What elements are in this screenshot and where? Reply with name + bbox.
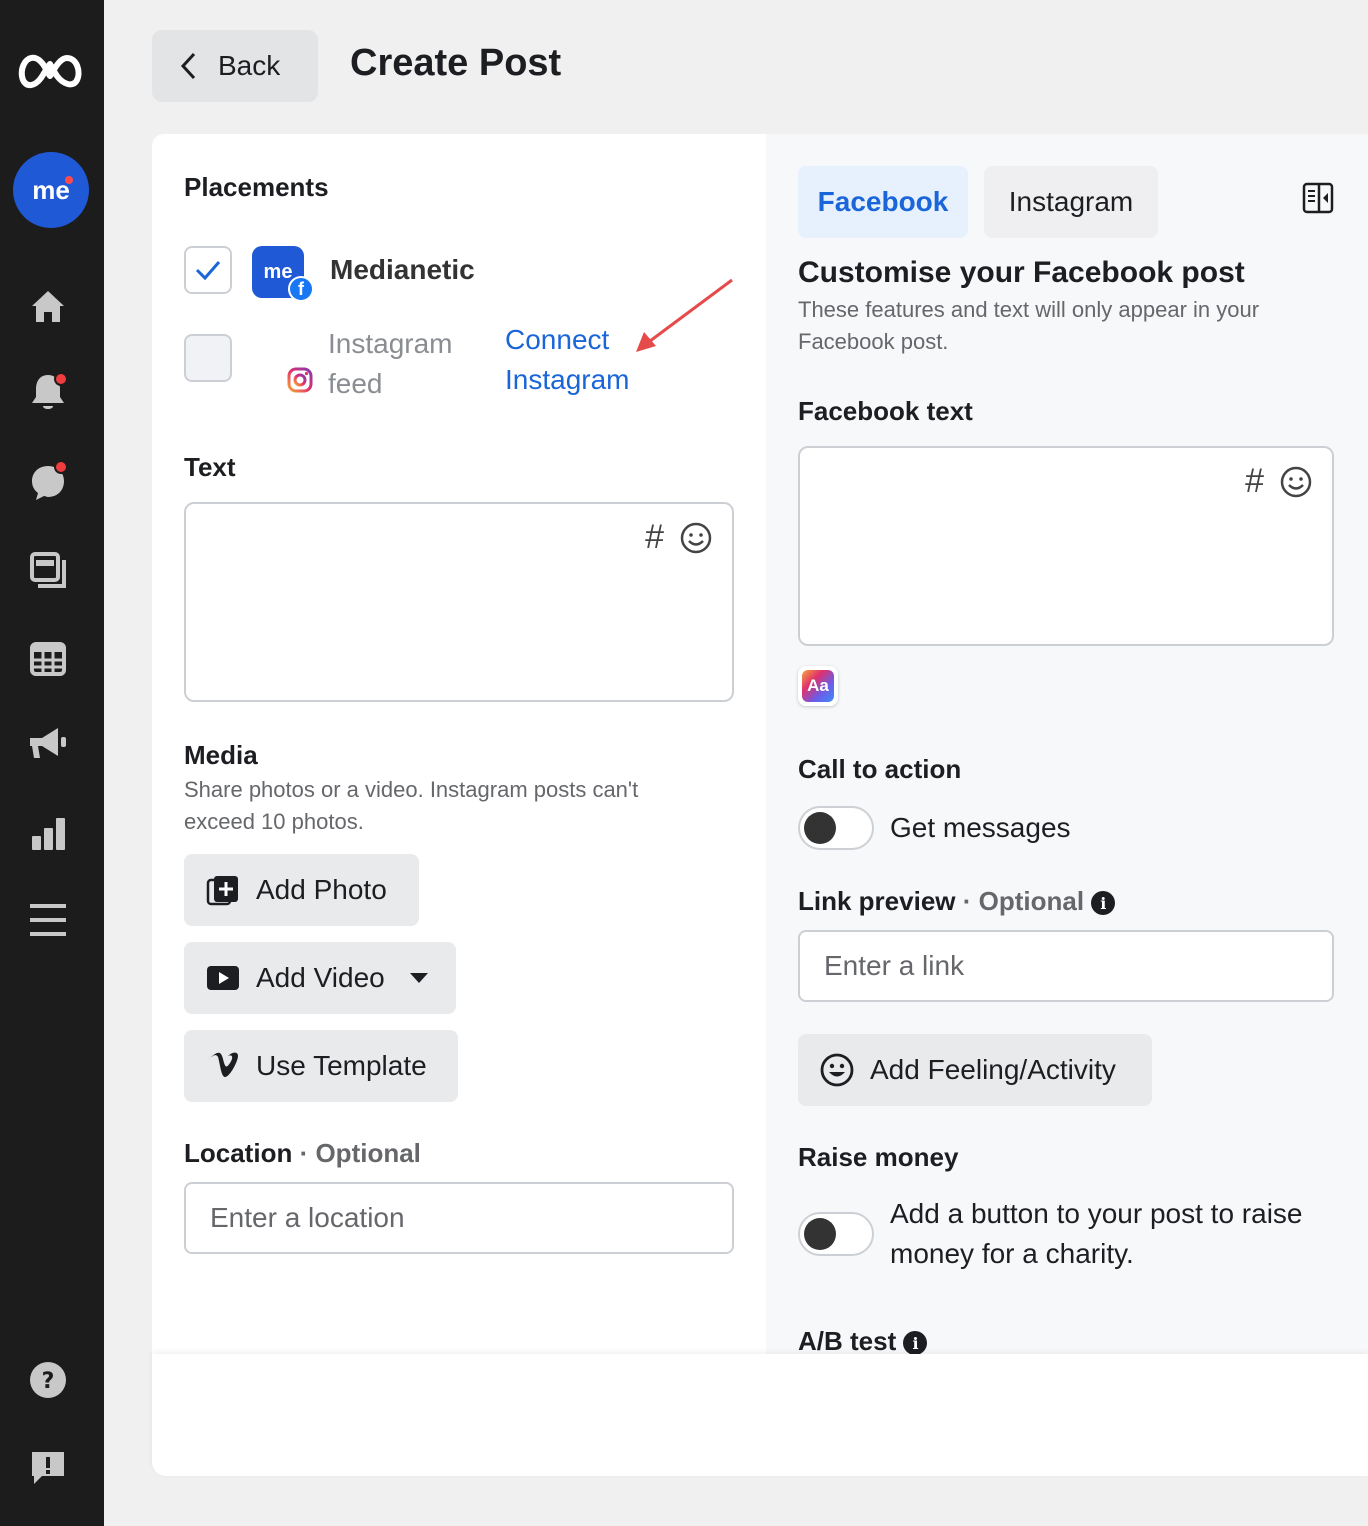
video-icon bbox=[207, 966, 239, 990]
add-feeling-activity-label: Add Feeling/Activity bbox=[870, 1054, 1116, 1085]
toggle-preview-panel-icon[interactable] bbox=[1302, 182, 1334, 214]
connect-instagram-line1: Connect bbox=[505, 324, 610, 355]
meta-logo-icon[interactable] bbox=[14, 44, 86, 96]
location-input[interactable]: Enter a location bbox=[184, 1182, 734, 1254]
instagram-feed-label: Instagram feed bbox=[328, 324, 453, 404]
smiley-icon bbox=[820, 1053, 854, 1087]
add-video-label: Add Video bbox=[256, 962, 385, 993]
toggle-knob bbox=[804, 1218, 836, 1250]
account-avatar[interactable]: me bbox=[13, 152, 89, 228]
get-messages-toggle[interactable] bbox=[798, 806, 874, 850]
ab-test-heading: A/B test i bbox=[798, 1326, 928, 1357]
call-to-action-heading: Call to action bbox=[798, 754, 962, 784]
back-button-label: Back bbox=[218, 50, 281, 81]
location-optional-label: · Optional bbox=[299, 1138, 421, 1168]
add-photo-button[interactable]: Add Photo bbox=[184, 854, 419, 926]
info-icon[interactable]: i bbox=[903, 1331, 928, 1356]
connect-instagram-link[interactable]: Connect Instagram bbox=[505, 320, 630, 400]
menu-icon[interactable] bbox=[22, 894, 74, 946]
facebook-badge-icon: f bbox=[288, 276, 314, 302]
avatar-status-dot bbox=[65, 176, 73, 184]
caret-down-icon bbox=[409, 973, 428, 983]
text-format-button[interactable]: Aa bbox=[798, 666, 838, 706]
tab-instagram[interactable]: Instagram bbox=[984, 166, 1158, 238]
raise-money-toggle[interactable] bbox=[798, 1212, 874, 1256]
instagram-placement-checkbox[interactable] bbox=[184, 334, 232, 382]
help-icon[interactable]: ? bbox=[22, 1354, 74, 1406]
link-preview-heading-text: Link preview bbox=[798, 886, 956, 916]
left-navigation-rail: me ? bbox=[0, 0, 104, 1526]
back-button[interactable]: Back bbox=[152, 30, 318, 102]
instagram-feed-label-line2: feed bbox=[328, 368, 383, 399]
location-heading: Location · Optional bbox=[184, 1138, 421, 1169]
media-description: Share photos or a video. Instagram posts… bbox=[184, 777, 639, 834]
checkmark-icon bbox=[195, 261, 221, 281]
info-icon[interactable]: i bbox=[1091, 891, 1116, 916]
composer-footer bbox=[152, 1354, 1368, 1476]
use-template-label: Use Template bbox=[256, 1050, 427, 1081]
post-composer-panel: Placements me f Medianetic Instagram fee… bbox=[152, 134, 766, 1474]
calendar-icon[interactable] bbox=[22, 632, 74, 684]
text-format-icon: Aa bbox=[802, 670, 834, 702]
toggle-knob bbox=[804, 812, 836, 844]
tab-facebook[interactable]: Facebook bbox=[798, 166, 968, 238]
messages-badge bbox=[54, 460, 68, 474]
customise-heading: Customise your Facebook post bbox=[798, 256, 1245, 289]
instagram-icon bbox=[286, 366, 314, 399]
placements-heading: Placements bbox=[184, 172, 329, 202]
ads-icon[interactable] bbox=[22, 718, 74, 770]
instagram-feed-label-line1: Instagram bbox=[328, 328, 453, 359]
medianetic-placement-checkbox[interactable] bbox=[184, 246, 232, 294]
add-video-button[interactable]: Add Video bbox=[184, 942, 456, 1014]
customise-description: These features and text will only appear… bbox=[798, 297, 1260, 354]
page-title: Create Post bbox=[350, 42, 562, 84]
emoji-icon[interactable] bbox=[680, 522, 712, 554]
hashtag-icon[interactable]: # bbox=[645, 518, 664, 557]
use-template-button[interactable]: Use Template bbox=[184, 1030, 458, 1102]
annotation-arrow-icon bbox=[636, 278, 733, 352]
ab-test-heading-text: A/B test bbox=[798, 1326, 897, 1356]
connect-instagram-line2: Instagram bbox=[505, 364, 630, 395]
raise-money-heading: Raise money bbox=[798, 1142, 959, 1172]
text-heading: Text bbox=[184, 452, 236, 482]
page-name: Medianetic bbox=[330, 254, 475, 285]
insights-icon[interactable] bbox=[22, 808, 74, 860]
link-placeholder: Enter a link bbox=[824, 950, 965, 981]
notification-badge bbox=[54, 372, 68, 386]
report-icon[interactable] bbox=[22, 1442, 74, 1494]
content-icon[interactable] bbox=[22, 544, 74, 596]
raise-money-label: Add a button to your post to raise money… bbox=[890, 1198, 1303, 1269]
tab-facebook-label: Facebook bbox=[817, 186, 949, 217]
svg-text:?: ? bbox=[42, 1369, 55, 1394]
post-text-input[interactable]: # bbox=[184, 502, 734, 702]
notifications-icon[interactable] bbox=[22, 366, 74, 418]
page-avatar-text: me bbox=[263, 260, 293, 283]
location-heading-text: Location bbox=[184, 1138, 293, 1168]
tab-instagram-label: Instagram bbox=[1008, 186, 1134, 217]
add-photo-icon bbox=[206, 876, 238, 906]
chevron-left-icon bbox=[180, 52, 196, 80]
messages-icon[interactable] bbox=[22, 456, 74, 508]
add-photo-label: Add Photo bbox=[256, 874, 387, 905]
vimeo-icon bbox=[208, 1052, 238, 1077]
hashtag-icon[interactable]: # bbox=[1245, 462, 1264, 501]
location-placeholder: Enter a location bbox=[210, 1202, 405, 1233]
facebook-text-input[interactable]: # bbox=[798, 446, 1334, 646]
link-preview-optional-label: · Optional bbox=[962, 886, 1085, 916]
facebook-customise-panel: Facebook Instagram Customise your Facebo… bbox=[766, 134, 1368, 1474]
add-feeling-activity-button[interactable]: Add Feeling/Activity bbox=[798, 1034, 1152, 1106]
get-messages-label: Get messages bbox=[890, 812, 1071, 843]
home-icon[interactable] bbox=[22, 280, 74, 332]
link-input[interactable]: Enter a link bbox=[798, 930, 1334, 1002]
facebook-text-heading: Facebook text bbox=[798, 396, 973, 426]
link-preview-heading: Link preview · Optional i bbox=[798, 886, 1116, 917]
text-format-icon-text: Aa bbox=[807, 676, 829, 695]
emoji-icon[interactable] bbox=[1280, 466, 1312, 498]
media-heading: Media bbox=[184, 740, 258, 770]
